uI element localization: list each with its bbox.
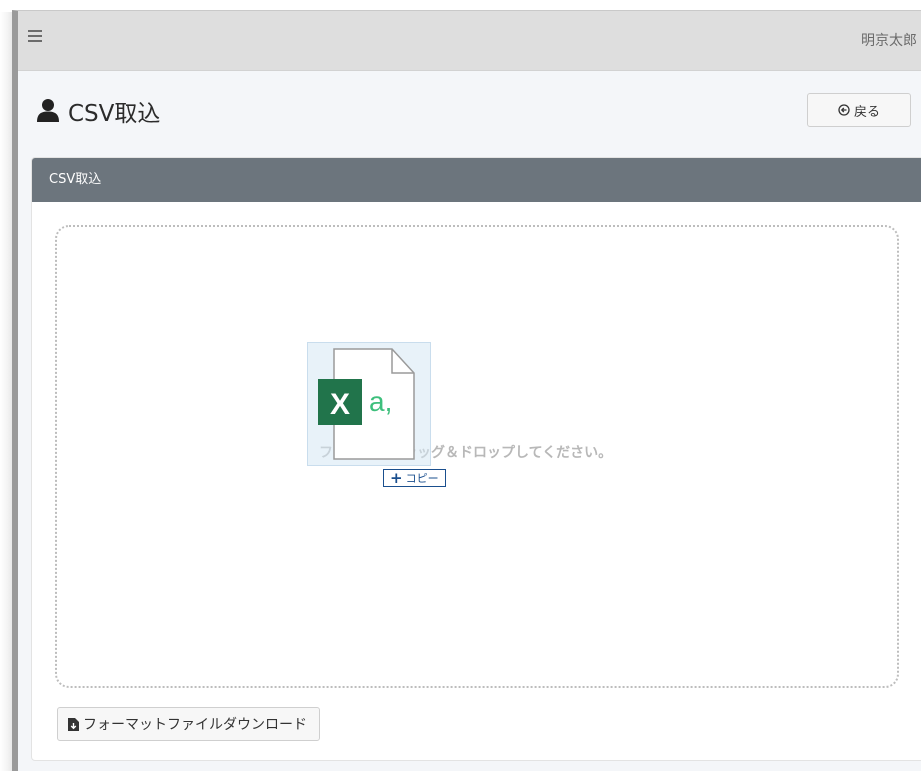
dragged-file-ghost: X a, (307, 342, 431, 466)
copy-plus-icon: + (390, 468, 403, 487)
back-button-label: 戻る (853, 104, 880, 120)
copy-indicator: + コピー (383, 469, 446, 487)
csv-file-letters: a, (369, 386, 392, 417)
excel-badge-letter: X (330, 388, 350, 421)
page-header: CSV取込 戻る (18, 71, 921, 157)
user-name[interactable]: 明京太郎 (861, 30, 917, 50)
app-window: 明京太郎 CSV取込 戻る CSV取込 ファイルをドラッグ＆ドロップしてください… (12, 10, 921, 771)
file-download-icon (68, 717, 79, 731)
user-icon (37, 99, 59, 122)
copy-label: コピー (405, 472, 439, 485)
hamburger-icon[interactable] (28, 30, 42, 44)
window-edge (0, 12, 12, 771)
file-dropzone[interactable]: ファイルをドラッグ＆ドロップしてください。 X a, + コピー (55, 225, 899, 688)
back-button[interactable]: 戻る (807, 93, 911, 127)
download-button-label: フォーマットファイルダウンロード (83, 717, 307, 733)
csv-import-card: CSV取込 ファイルをドラッグ＆ドロップしてください。 X a, + コピー フ… (31, 157, 921, 761)
top-navbar: 明京太郎 (18, 11, 921, 71)
format-file-download-button[interactable]: フォーマットファイルダウンロード (57, 707, 320, 741)
page-title: CSV取込 (68, 101, 161, 127)
card-header: CSV取込 (32, 158, 921, 202)
arrow-circle-left-icon (838, 104, 850, 116)
excel-csv-file-icon: X a, (318, 348, 415, 460)
